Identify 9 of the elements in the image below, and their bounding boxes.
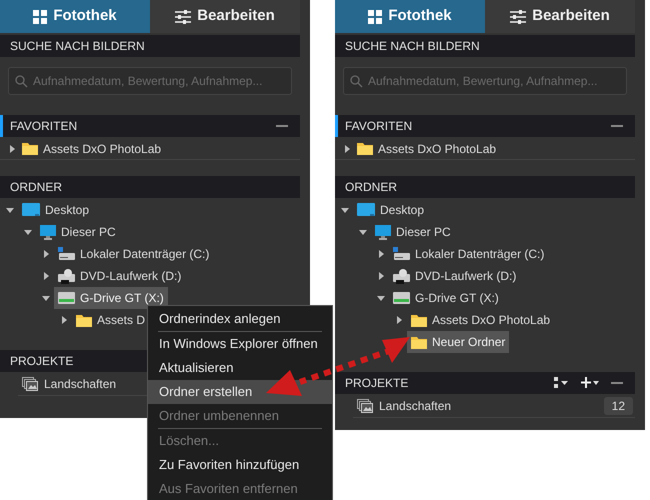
section-title: SUCHE NACH BILDERN: [345, 38, 480, 55]
section-title: PROJEKTE: [345, 375, 408, 392]
count-badge: 12: [604, 396, 633, 414]
section-title: SUCHE NACH BILDERN: [10, 38, 145, 55]
section-title: PROJEKTE: [10, 353, 74, 370]
section-title: ORDNER: [345, 179, 398, 196]
section-title: ORDNER: [10, 179, 62, 196]
section-title: FAVORITEN: [345, 118, 412, 135]
section-title: FAVORITEN: [10, 118, 78, 135]
